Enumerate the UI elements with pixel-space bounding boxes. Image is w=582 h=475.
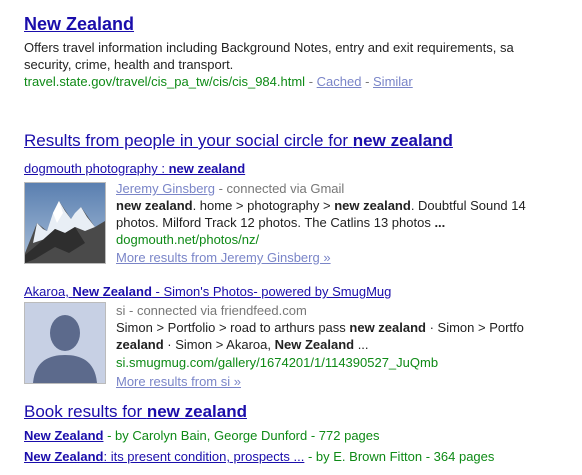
title-query: New Zealand (72, 284, 152, 299)
social-item2-author-line: si - connected via friendfeed.com (116, 302, 307, 319)
person-silhouette-icon (25, 303, 105, 383)
snippet-text: Simon > Portfolio > road to arthurs pass (116, 320, 350, 335)
book-byline: - by Carolyn Bain, George Dunford - 772 … (103, 428, 380, 443)
similar-link[interactable]: Similar (373, 74, 413, 89)
title-query: new zealand (168, 161, 246, 176)
social-item2-url: si.smugmug.com/gallery/1674201/1/1143905… (116, 355, 439, 370)
author-link[interactable]: Jeremy Ginsberg (116, 181, 215, 196)
snippet-text: · Simon > Akaroa, (163, 337, 275, 352)
book-result-item: New Zealand - by Carolyn Bain, George Du… (24, 428, 380, 443)
snippet-text: . home > photography > (192, 198, 335, 213)
title-part: - Simon's Photos- powered by SmugMug (151, 284, 392, 299)
snippet-query: zealand (116, 337, 164, 352)
more-results-si-link[interactable]: More results from si » (116, 374, 241, 389)
book-title-rest[interactable]: : its present condition, prospects ... (103, 449, 304, 464)
mountain-photo-thumbnail[interactable] (24, 182, 106, 264)
result-snippet-line2: security, crime, health and transport. (24, 57, 234, 72)
snippet-text: ... (354, 337, 369, 352)
social-result-title-dogmouth[interactable]: dogmouth photography : new zealand (24, 161, 245, 176)
book-byline: - by E. Brown Fitton - 364 pages (304, 449, 495, 464)
connection-via: - connected via friendfeed.com (125, 303, 307, 318)
snippet-query: new zealand (349, 320, 426, 335)
title-prefix: dogmouth photography : (24, 161, 169, 176)
social-item1-snippet-line2: photos. Milford Track 12 photos. The Cat… (116, 214, 445, 231)
book-heading-prefix: Book results for (24, 402, 147, 421)
social-item2-snippet-line2: zealand · Simon > Akaroa, New Zealand ..… (116, 336, 369, 353)
book-title-link[interactable]: New Zealand (24, 449, 103, 464)
social-heading-query: new zealand (352, 131, 453, 150)
snippet-text: photos. Milford Track 12 photos. The Cat… (116, 215, 435, 230)
result-url: travel.state.gov/travel/cis_pa_tw/cis/ci… (24, 74, 306, 89)
social-item1-snippet-line1: new zealand. home > photography > new ze… (116, 197, 526, 214)
separator: - (361, 74, 374, 89)
snippet-query: New Zealand (274, 337, 355, 352)
avatar[interactable] (24, 302, 106, 384)
title-part: Akaroa, (24, 284, 73, 299)
social-circle-heading[interactable]: Results from people in your social circl… (24, 131, 453, 151)
result-title-new-zealand[interactable]: New Zealand (24, 14, 134, 35)
connection-via: - connected via Gmail (214, 181, 345, 196)
snippet-ellipsis: ... (434, 215, 446, 230)
social-item2-snippet-line1: Simon > Portfolio > road to arthurs pass… (116, 319, 524, 336)
social-item1-author-line: Jeremy Ginsberg - connected via Gmail (116, 180, 344, 197)
snippet-text: . Doubtful Sound 14 (410, 198, 526, 213)
result-snippet-line1: Offers travel information including Back… (24, 40, 514, 55)
result-url-line: travel.state.gov/travel/cis_pa_tw/cis/ci… (24, 74, 413, 89)
book-heading-query: new zealand (146, 402, 247, 421)
cached-link[interactable]: Cached (317, 74, 362, 89)
social-result-title-akaroa[interactable]: Akaroa, New Zealand - Simon's Photos- po… (24, 284, 391, 299)
snippet-query: new zealand (116, 198, 193, 213)
more-results-jeremy-link[interactable]: More results from Jeremy Ginsberg » (116, 250, 331, 265)
author-name: si (116, 303, 126, 318)
separator: - (305, 74, 317, 89)
social-heading-prefix: Results from people in your social circl… (24, 131, 353, 150)
mountain-photo (25, 183, 105, 263)
snippet-query: new zealand (334, 198, 411, 213)
snippet-text: · Simon > Portfo (425, 320, 524, 335)
book-result-item: New Zealand: its present condition, pros… (24, 449, 494, 464)
social-item1-url: dogmouth.net/photos/nz/ (116, 232, 260, 247)
book-results-heading[interactable]: Book results for new zealand (24, 402, 247, 422)
book-title-link[interactable]: New Zealand (24, 428, 103, 443)
